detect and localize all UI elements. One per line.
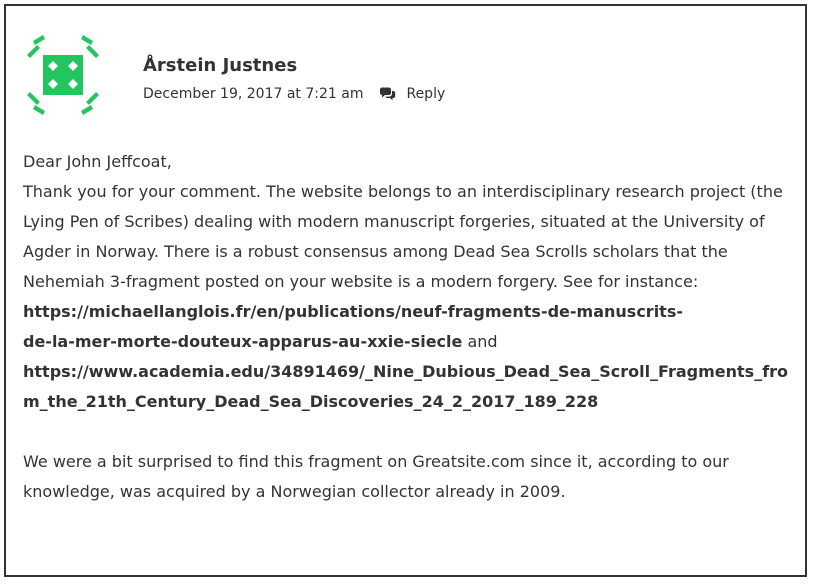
link-langlois-line1: https://michaellanglois.fr/en/publicatio… (23, 302, 683, 321)
comment-meta: December 19, 2017 at 7:21 am Reply (143, 86, 445, 102)
and-text: and (467, 332, 498, 351)
comment-card: Årstein Justnes December 19, 2017 at 7:2… (4, 4, 807, 577)
intro-text: Thank you for your comment. The website … (23, 182, 783, 291)
speech-bubbles-icon (380, 87, 396, 101)
comment-paragraph-1: Dear John Jeffcoat, Thank you for your c… (23, 147, 793, 417)
comment-date-link[interactable]: December 19, 2017 at 7:21 am (143, 86, 363, 102)
comment-paragraph-2: We were a bit surprised to find this fra… (23, 452, 729, 501)
comment-body: Dear John Jeffcoat, Thank you for your c… (23, 147, 793, 507)
greeting-text: Dear John Jeffcoat, (23, 152, 172, 171)
link-langlois-line2: de-la-mer-morte-douteux-apparus-au-xxie-… (23, 332, 463, 351)
link-academia[interactable]: https://www.academia.edu/34891469/_Nine_… (23, 362, 788, 411)
reply-button[interactable]: Reply (379, 86, 445, 102)
link-langlois[interactable]: https://michaellanglois.fr/en/publicatio… (23, 302, 683, 351)
avatar (23, 35, 103, 115)
identicon-icon (27, 35, 99, 115)
reply-label: Reply (406, 86, 446, 102)
comment-author[interactable]: Årstein Justnes (143, 55, 297, 76)
